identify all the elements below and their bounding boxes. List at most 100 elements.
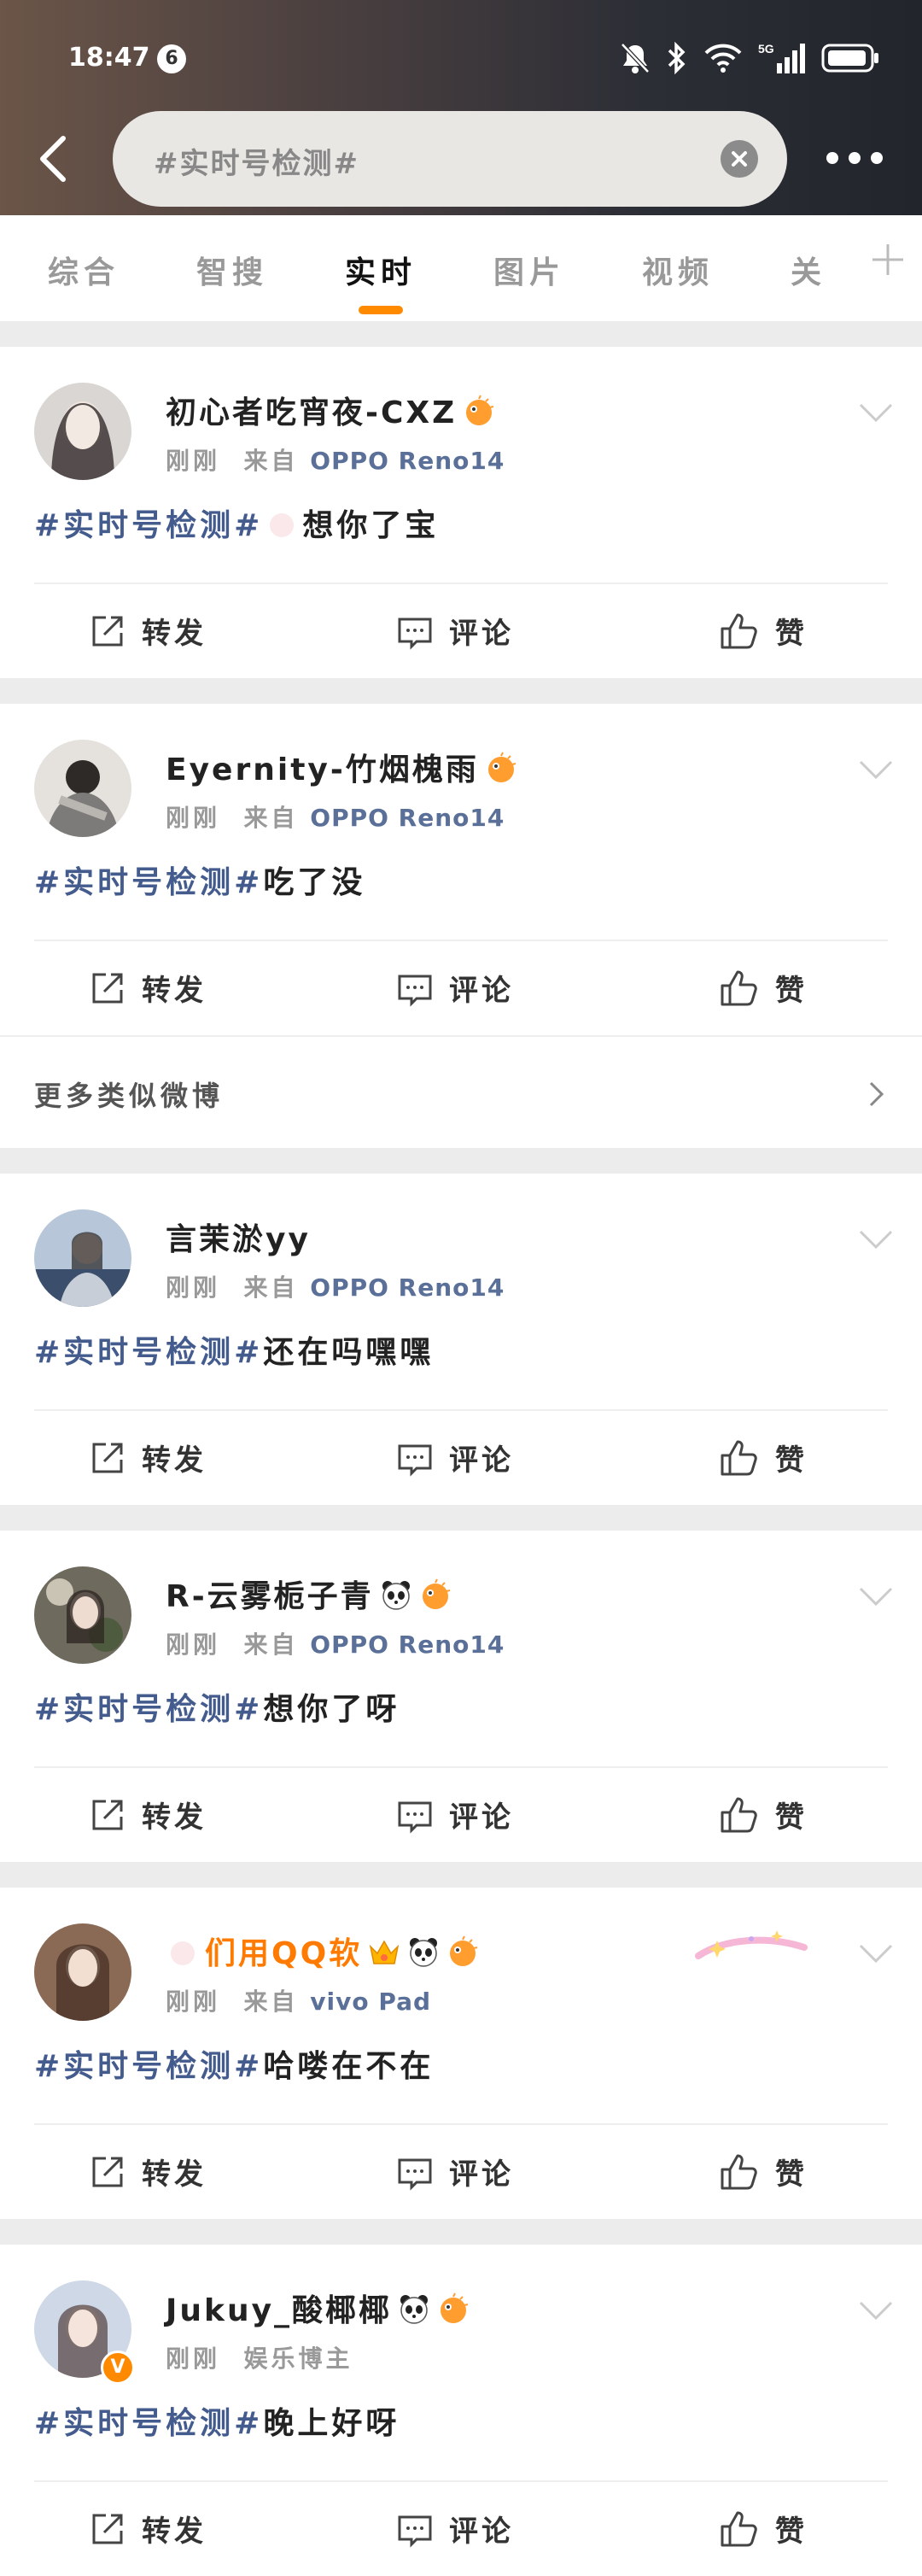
post-card[interactable]: 们用QQ软 刚刚 来自 vivo Pad #实时号检测#哈喽在不在 转发 评论 … (0, 1888, 922, 2219)
tab-smart-search[interactable]: 智搜 (196, 248, 268, 292)
username-text: R-云雾栀子青 (166, 1579, 374, 1614)
username-text: 言茉淤yy (166, 1222, 311, 1257)
username[interactable]: Jukuy_酸椰椰 (166, 2286, 470, 2330)
username-text: 们用QQ软 (205, 1936, 363, 1971)
comment-icon (398, 1444, 432, 1477)
search-input[interactable]: #实时号检测# (113, 111, 787, 207)
avatar[interactable] (34, 383, 131, 480)
post-card[interactable]: R-云雾栀子青 刚刚 来自 OPPO Reno14 #实时号检测#想你了呀 转发… (0, 1531, 922, 1862)
repost-button[interactable]: 转发 (89, 610, 207, 652)
repost-button[interactable]: 转发 (89, 1437, 207, 1478)
post-actions: 转发 评论 赞 (0, 2125, 922, 2219)
comment-button[interactable]: 评论 (396, 2508, 514, 2550)
repost-button[interactable]: 转发 (89, 2508, 207, 2550)
status-bar: 18:47 6 5G (0, 38, 922, 89)
comment-icon (398, 2515, 432, 2548)
search-query: #实时号检测# (154, 147, 359, 181)
avatar[interactable] (34, 740, 131, 837)
topic-tag[interactable]: #实时号检测# (34, 865, 263, 900)
like-button[interactable]: 赞 (719, 2508, 808, 2550)
blush-emoji-icon (171, 1941, 195, 1965)
sparkle-decoration-icon (695, 1930, 808, 1959)
pufferfish-icon (450, 1935, 478, 1966)
chevron-down-icon[interactable] (857, 1584, 895, 1609)
chevron-down-icon[interactable] (857, 2298, 895, 2323)
more-similar-posts-link[interactable]: 更多类似微博 (0, 1035, 922, 1148)
username[interactable]: Eyernity-竹烟槐雨 (166, 745, 518, 789)
tab-videos[interactable]: 视频 (642, 248, 714, 292)
repost-button[interactable]: 转发 (89, 967, 207, 1009)
status-time: 18:47 (68, 43, 150, 73)
verified-badge: V (101, 2351, 135, 2385)
post-meta: 刚刚 娱乐博主 (166, 2345, 353, 2373)
topic-tag[interactable]: #实时号检测# (34, 2406, 263, 2441)
panda-icon (410, 1938, 438, 1967)
username[interactable]: 言茉淤yy (166, 1215, 311, 1259)
post-card[interactable]: V Jukuy_酸椰椰 刚刚 娱乐博主 #实时号检测#晚上好呀 转发 评论 赞 (0, 2245, 922, 2576)
like-button[interactable]: 赞 (719, 967, 808, 1009)
post-text: #实时号检测# 想你了宝 (34, 508, 440, 543)
blush-emoji-icon (270, 513, 295, 537)
repost-button[interactable]: 转发 (89, 2151, 207, 2193)
status-icons: 5G (620, 41, 881, 75)
pufferfish-icon (422, 1578, 450, 1609)
clear-search-button[interactable] (721, 140, 758, 178)
back-arrow-icon[interactable] (34, 133, 72, 184)
comment-button[interactable]: 评论 (396, 967, 514, 1009)
5g-signal-icon: 5G (758, 42, 805, 73)
post-meta: 刚刚 来自 OPPO Reno14 (166, 804, 505, 832)
repost-button[interactable]: 转发 (89, 1794, 207, 1835)
comment-button[interactable]: 评论 (396, 610, 514, 652)
avatar[interactable] (34, 1566, 131, 1664)
avatar[interactable] (34, 1923, 131, 2021)
like-button[interactable]: 赞 (719, 2151, 808, 2193)
repost-icon (92, 2514, 123, 2544)
notification-count-badge: 6 (157, 44, 186, 73)
post-card[interactable]: Eyernity-竹烟槐雨 刚刚 来自 OPPO Reno14 #实时号检测#吃… (0, 704, 922, 1148)
tab-images[interactable]: 图片 (493, 248, 565, 292)
pufferfish-icon (441, 2292, 469, 2323)
thumbs-up-icon (721, 613, 757, 648)
svg-text:5G: 5G (758, 42, 774, 56)
chevron-right-icon (869, 1081, 884, 1107)
chevron-down-icon[interactable] (857, 400, 895, 425)
post-text: #实时号检测#哈喽在不在 (34, 2049, 435, 2084)
thumbs-up-icon (721, 970, 757, 1005)
post-text: #实时号检测#想你了呀 (34, 1692, 400, 1727)
comment-button[interactable]: 评论 (396, 1794, 514, 1835)
post-text: #实时号检测#吃了没 (34, 865, 366, 900)
like-button[interactable]: 赞 (719, 610, 808, 652)
topic-tag[interactable]: #实时号检测# (34, 1335, 263, 1370)
post-actions: 转发 评论 赞 (0, 941, 922, 1035)
like-button[interactable]: 赞 (719, 1437, 808, 1478)
post-meta: 刚刚 来自 OPPO Reno14 (166, 1630, 505, 1659)
more-options-icon[interactable] (825, 149, 884, 167)
tab-realtime[interactable]: 实时 (345, 248, 417, 292)
comment-button[interactable]: 评论 (396, 1437, 514, 1478)
post-text: #实时号检测#晚上好呀 (34, 2406, 400, 2441)
post-card[interactable]: 初心者吃宵夜-CXZ 刚刚 来自 OPPO Reno14 #实时号检测# 想你了宝… (0, 347, 922, 678)
topic-tag[interactable]: #实时号检测# (34, 508, 263, 543)
repost-icon (92, 973, 123, 1003)
avatar[interactable] (34, 1209, 131, 1307)
comment-button[interactable]: 评论 (396, 2151, 514, 2193)
close-icon (732, 151, 747, 167)
username[interactable]: R-云雾栀子青 (166, 1572, 452, 1616)
topic-tag[interactable]: #实时号检测# (34, 1692, 263, 1727)
post-actions: 转发 评论 赞 (0, 1411, 922, 1505)
username[interactable]: 初心者吃宵夜-CXZ (166, 388, 496, 432)
chevron-down-icon[interactable] (857, 1227, 895, 1252)
add-tab-icon[interactable] (869, 241, 907, 278)
panda-icon (400, 2295, 429, 2324)
thumbs-up-icon (721, 2154, 757, 2189)
comment-icon (398, 975, 432, 1007)
like-button[interactable]: 赞 (719, 1794, 808, 1835)
chevron-down-icon[interactable] (857, 1941, 895, 1966)
crown-icon (369, 1940, 400, 1964)
topic-tag[interactable]: #实时号检测# (34, 2049, 263, 2084)
chevron-down-icon[interactable] (857, 757, 895, 782)
tab-comprehensive[interactable]: 综合 (48, 248, 120, 292)
username[interactable]: 们用QQ软 (166, 1929, 480, 1973)
post-card[interactable]: 言茉淤yy 刚刚 来自 OPPO Reno14 #实时号检测#还在吗嘿嘿 转发 … (0, 1174, 922, 1505)
tab-follow[interactable]: 关 (791, 248, 826, 292)
